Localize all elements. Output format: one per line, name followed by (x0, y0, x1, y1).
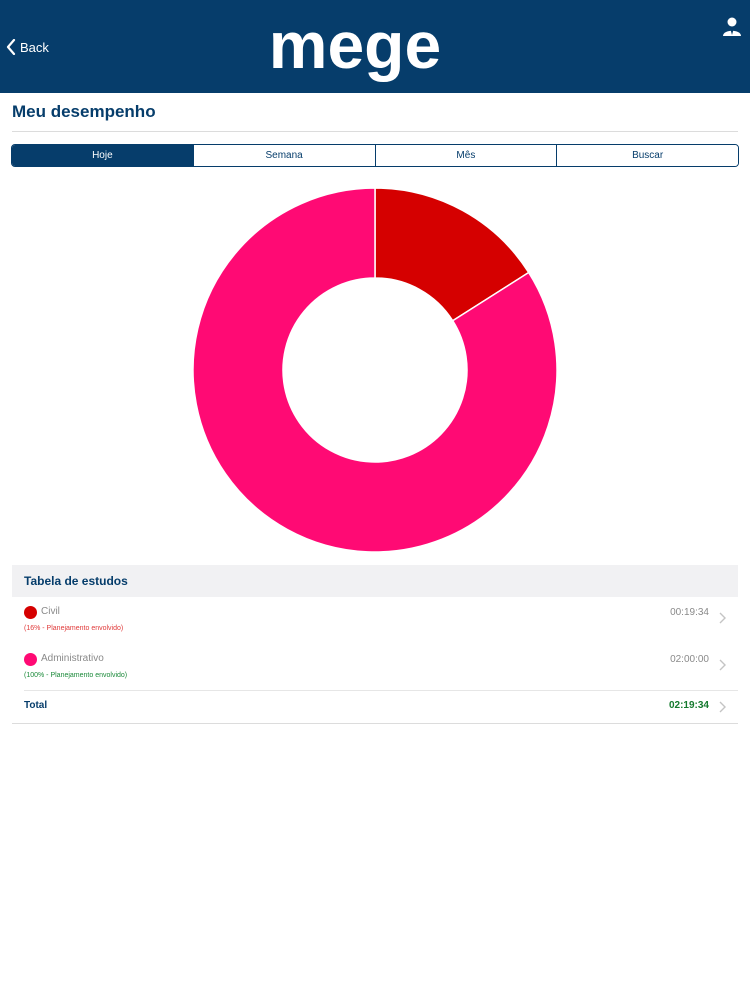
tab-mes[interactable]: Mês (374, 145, 557, 166)
mege-logo: mege (269, 12, 441, 82)
performance-donut-chart (192, 187, 558, 553)
tab-buscar[interactable]: Buscar (556, 145, 738, 166)
tab-hoje[interactable]: Hoje (12, 145, 193, 166)
civil-color-dot (24, 606, 37, 619)
chevron-right-icon (719, 612, 726, 624)
row-name: Civil (41, 606, 60, 617)
logo-text: mege (269, 12, 441, 82)
period-segmented-control: Hoje Semana Mês Buscar (11, 144, 739, 167)
table-row-administrativo[interactable]: Administrativo (100% - Planejamento envo… (12, 644, 738, 691)
row-time: 02:00:00 (670, 654, 709, 665)
row-name: Administrativo (41, 653, 104, 664)
table-row-total[interactable]: Total 02:19:34 (12, 691, 738, 723)
user-icon[interactable] (721, 16, 743, 38)
title-divider (12, 131, 738, 132)
total-time: 02:19:34 (668, 700, 709, 711)
tab-semana[interactable]: Semana (192, 145, 375, 166)
study-table: Tabela de estudos Civil (16% - Planejame… (12, 565, 738, 724)
chevron-right-icon (719, 659, 726, 671)
row-subtitle: (100% - Planejamento envolvido) (24, 672, 128, 679)
app-header: Back mege (0, 0, 750, 93)
page-title: Meu desempenho (12, 102, 156, 121)
administrativo-color-dot (24, 653, 37, 666)
chevron-right-icon (719, 701, 726, 713)
total-label: Total (24, 700, 48, 711)
chevron-left-icon (6, 39, 16, 55)
table-row-civil[interactable]: Civil (16% - Planejamento envolvido) 00:… (12, 597, 738, 644)
row-time: 00:19:34 (670, 607, 709, 618)
back-button[interactable]: Back (6, 36, 49, 58)
table-bottom-divider (12, 723, 738, 724)
study-table-title: Tabela de estudos (12, 565, 738, 597)
row-subtitle: (16% - Planejamento envolvido) (24, 625, 124, 632)
back-label: Back (20, 39, 49, 55)
